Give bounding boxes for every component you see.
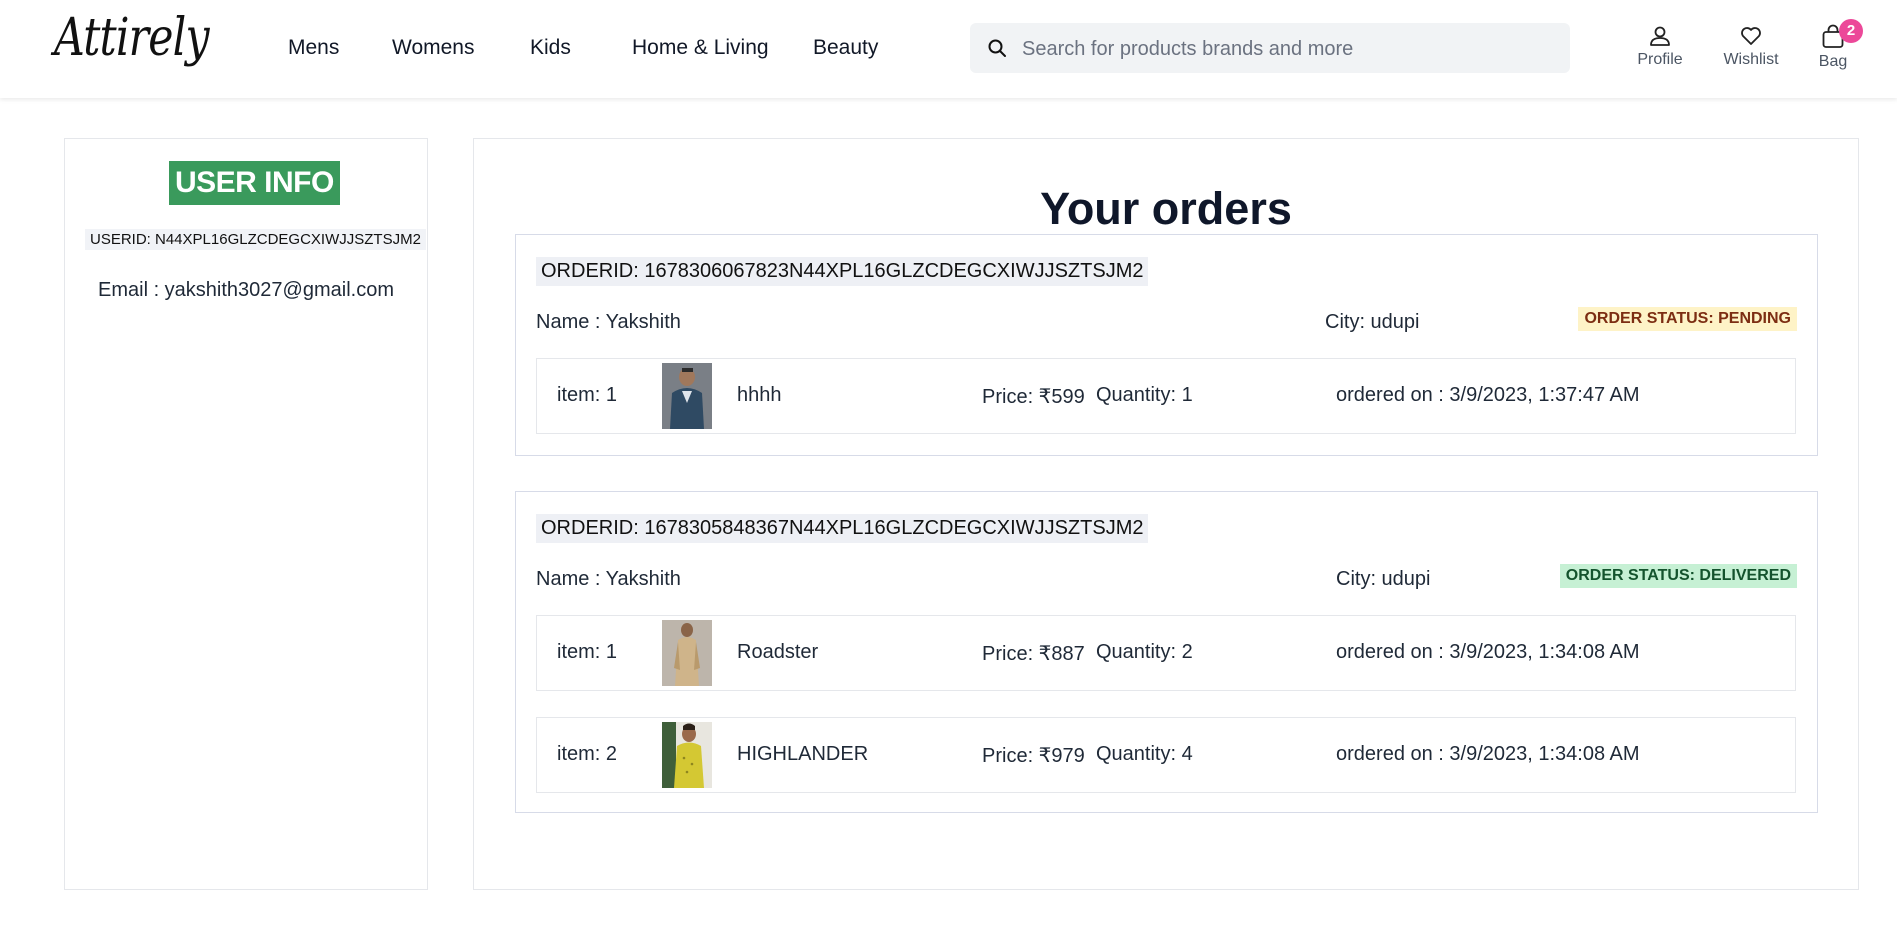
user-info-panel: USER INFO USERID: N44XPL16GLZCDEGCXIWJJS…: [64, 138, 428, 890]
item-price: Price: ₹599: [982, 386, 1085, 408]
order-customer-name: Name : Yakshith: [536, 311, 681, 333]
orders-title: Your orders: [1040, 183, 1292, 234]
item-quantity: Quantity: 2: [1096, 641, 1193, 663]
item-quantity: Quantity: 4: [1096, 743, 1193, 765]
top-header: Attirely Mens Womens Kids Home & Living …: [0, 0, 1897, 98]
bag-count-badge: 2: [1839, 19, 1863, 43]
order-status-badge: ORDER STATUS: PENDING: [1578, 307, 1797, 331]
item-title: Roadster: [737, 641, 819, 663]
nav-kids[interactable]: Kids: [530, 36, 571, 60]
bag-label: Bag: [1818, 53, 1848, 70]
user-id-label: USERID: N44XPL16GLZCDEGCXIWJJSZTSJM2: [85, 229, 426, 250]
search-input[interactable]: [1020, 23, 1564, 75]
nav-home-living[interactable]: Home & Living: [632, 36, 769, 60]
nav-mens[interactable]: Mens: [288, 36, 339, 60]
product-thumbnail[interactable]: [662, 722, 712, 788]
item-ordered-on: ordered on : 3/9/2023, 1:34:08 AM: [1336, 641, 1640, 663]
order-id: ORDERID: 1678306067823N44XPL16GLZCDEGCXI…: [536, 257, 1149, 286]
item-quantity: Quantity: 1: [1096, 384, 1193, 406]
nav-beauty[interactable]: Beauty: [813, 36, 878, 60]
wishlist-label: Wishlist: [1723, 51, 1779, 68]
product-thumbnail[interactable]: [662, 363, 712, 429]
profile-button[interactable]: Profile: [1625, 24, 1695, 69]
order-customer-name: Name : Yakshith: [536, 568, 681, 590]
orders-panel: Your orders ORDERID: 1678306067823N44XPL…: [473, 138, 1859, 890]
order-status-badge: ORDER STATUS: DELIVERED: [1559, 564, 1797, 588]
product-thumbnail[interactable]: [662, 620, 712, 686]
item-index: item: 1: [557, 384, 618, 406]
user-email: Email : yakshith3027@gmail.com: [98, 279, 394, 301]
order-card: ORDERID: 1678306067823N44XPL16GLZCDEGCXI…: [515, 234, 1818, 456]
item-index: item: 1: [557, 641, 618, 663]
user-info-title: USER INFO: [169, 161, 340, 205]
nav-womens[interactable]: Womens: [392, 36, 474, 60]
order-id: ORDERID: 1678305848367N44XPL16GLZCDEGCXI…: [536, 514, 1149, 543]
order-item-row: item: 1 Roadster Price: ₹887 Quantity: 2…: [536, 615, 1796, 691]
order-city: City: udupi: [1325, 311, 1420, 333]
order-city: City: udupi: [1336, 568, 1431, 590]
order-item-row: item: 2 HIGHLANDER Price: ₹979 Quantity:…: [536, 717, 1796, 793]
profile-label: Profile: [1637, 51, 1683, 68]
search-icon[interactable]: [987, 38, 1007, 58]
wishlist-button[interactable]: Wishlist: [1716, 24, 1786, 69]
search-bar: [970, 23, 1570, 75]
heart-icon: [1741, 27, 1761, 45]
item-price: Price: ₹979: [982, 745, 1085, 767]
item-title: hhhh: [737, 384, 782, 406]
order-item-row: item: 1 hhhh Price: ₹599 Quantity: 1 ord…: [536, 358, 1796, 434]
bag-button[interactable]: Bag 2: [1798, 19, 1868, 71]
item-index: item: 2: [557, 743, 618, 765]
item-price: Price: ₹887: [982, 643, 1085, 665]
item-ordered-on: ordered on : 3/9/2023, 1:37:47 AM: [1336, 384, 1640, 406]
person-icon: [1650, 26, 1670, 46]
brand-logo[interactable]: Attirely: [54, 8, 210, 68]
order-card: ORDERID: 1678305848367N44XPL16GLZCDEGCXI…: [515, 491, 1818, 813]
item-ordered-on: ordered on : 3/9/2023, 1:34:08 AM: [1336, 743, 1640, 765]
item-title: HIGHLANDER: [737, 743, 869, 765]
